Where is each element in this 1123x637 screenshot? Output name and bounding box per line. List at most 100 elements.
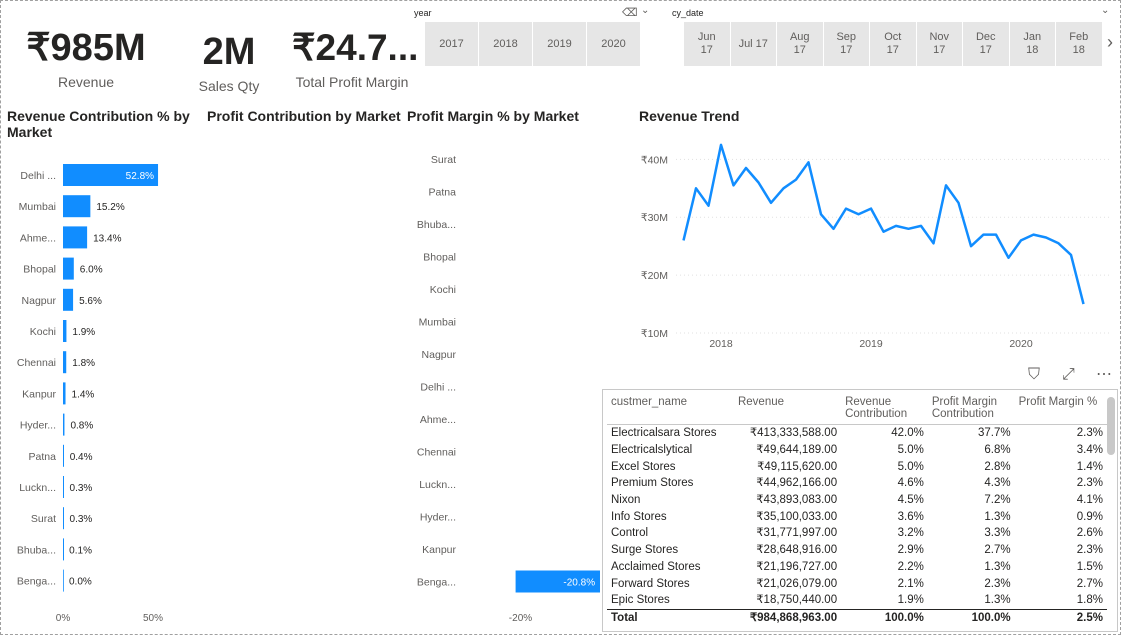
table-row[interactable]: Control ₹31,771,997.00 3.2% 3.3% 2.6% xyxy=(607,525,1107,542)
date-option[interactable]: Aug 17 xyxy=(777,22,823,66)
table-cell: ₹44,962,166.00 xyxy=(756,477,838,490)
data-label: 6.0% xyxy=(80,265,103,276)
column-header-revenue-contribution[interactable]: Revenue Contribution xyxy=(841,390,928,425)
table-cell: 2.3% xyxy=(1076,544,1103,557)
table-cell: Control xyxy=(611,527,649,540)
more-options-icon[interactable]: ⋯ xyxy=(1096,364,1112,384)
table-cell: 2.7% xyxy=(1076,577,1103,590)
customer-table[interactable]: custmer_name Revenue Revenue Contributio… xyxy=(602,389,1118,632)
table-cell: 4.6% xyxy=(897,477,924,490)
date-option[interactable]: Oct 17 xyxy=(870,22,916,66)
bar[interactable] xyxy=(63,413,65,436)
data-label: 13.4% xyxy=(93,233,121,244)
date-option[interactable]: Feb 18 xyxy=(1056,22,1102,66)
bar[interactable] xyxy=(63,507,64,530)
data-label: 0.3% xyxy=(70,483,93,494)
bar[interactable] xyxy=(63,195,91,218)
date-option[interactable]: Jun 17 xyxy=(684,22,730,66)
table-row[interactable]: Electricalsara Stores ₹413,333,588.00 42.0… xyxy=(607,425,1107,442)
table-cell: 100.0% xyxy=(841,608,928,627)
category-label: Bhopal xyxy=(423,252,456,264)
chevron-down-icon[interactable]: ⌄ xyxy=(1101,5,1109,16)
category-label: Hyder... xyxy=(420,512,456,524)
year-option[interactable]: 2020 xyxy=(587,22,640,66)
filter-icon[interactable]: ⛉ xyxy=(1028,366,1040,384)
date-option-label: Jun xyxy=(697,31,716,43)
x-tick-label: 2020 xyxy=(1009,338,1033,350)
table-row[interactable]: Epic Stores ₹18,750,440.00 1.9% 1.3% 1.8% xyxy=(607,592,1107,609)
table-cell: Forward Stores xyxy=(611,577,690,590)
bar[interactable] xyxy=(63,569,64,592)
column-header-profit-margin-contribution[interactable]: Profit Margin Contribution xyxy=(927,390,1015,425)
table-row[interactable]: Nixon ₹43,893,083.00 4.5% 7.2% 4.1% xyxy=(607,492,1107,509)
date-option[interactable]: Dec 17 xyxy=(963,22,1009,66)
bar[interactable] xyxy=(63,320,67,342)
profit-margin-chart[interactable]: Surat%Patna.1%Bhuba....0%Bhopal.9%Kochi.… xyxy=(400,140,600,630)
x-tick-label: 50% xyxy=(143,613,163,624)
table-cell: 1.3% xyxy=(984,560,1011,573)
profit-contribution-chart[interactable]: Delhi ...48.5%Mumbai19.8%Ahme...11.6%Bho… xyxy=(200,140,400,630)
bar[interactable] xyxy=(63,382,66,405)
table-row[interactable]: Info Stores ₹35,100,033.00 3.6% 1.3% 0.9% xyxy=(607,508,1107,525)
x-tick-label: 2019 xyxy=(859,338,883,350)
category-label: Mumbai xyxy=(419,317,456,329)
column-header-customer[interactable]: custmer_name xyxy=(607,390,734,425)
table-cell: 6.8% xyxy=(984,444,1011,457)
table-cell: Surge Stores xyxy=(611,544,679,557)
table-cell: 5.0% xyxy=(897,444,924,457)
column-header-profit-margin-pct[interactable]: Profit Margin % xyxy=(1014,390,1107,425)
table-cell: Excel Stores xyxy=(611,460,676,473)
chevron-right-icon[interactable]: › xyxy=(1107,32,1113,53)
category-label: Nagpur xyxy=(22,295,57,307)
date-option-label: Nov xyxy=(929,31,950,43)
column-header-revenue[interactable]: Revenue xyxy=(733,390,842,425)
kpi-revenue[interactable]: ₹985M Revenue xyxy=(20,26,152,90)
bar[interactable] xyxy=(63,288,74,311)
year-option[interactable]: 2019 xyxy=(533,22,586,66)
year-option[interactable]: 2017 xyxy=(425,22,478,66)
profit-contribution-title: Profit Contribution by Market xyxy=(207,108,401,124)
date-option[interactable]: Jul 17 xyxy=(730,22,776,66)
revenue-contribution-chart[interactable]: Delhi ... 52.8% Mumbai 15.2% Ahme... 13.4% Bho… xyxy=(0,150,200,630)
category-label: Bhuba... xyxy=(417,219,456,231)
table-header-row: custmer_name Revenue Revenue Contributio… xyxy=(607,390,1107,425)
table-row[interactable]: Excel Stores ₹49,115,620.00 5.0% 2.8% 1.4% xyxy=(607,458,1107,475)
table-row[interactable]: Acclaimed Stores ₹21,196,727.00 2.2% 1.3% 1.… xyxy=(607,559,1107,576)
eraser-icon[interactable]: ⌫ xyxy=(622,6,638,19)
bar[interactable] xyxy=(63,444,64,467)
bar[interactable] xyxy=(63,476,64,498)
category-label: Benga... xyxy=(417,577,456,589)
kpi-profit-margin[interactable]: ₹24.7... Total Profit Margin xyxy=(292,26,419,90)
table-cell: 1.3% xyxy=(984,510,1011,523)
chevron-down-icon[interactable]: ⌄ xyxy=(641,5,649,16)
bar[interactable] xyxy=(63,226,88,249)
table-row[interactable]: Premium Stores ₹44,962,166.00 4.6% 4.3% 2.3% xyxy=(607,475,1107,492)
date-option[interactable]: Jan 18 xyxy=(1009,22,1055,66)
kpi-profit-margin-value: ₹24.7... xyxy=(292,27,419,68)
category-label: Surat xyxy=(31,513,56,525)
series-line xyxy=(682,143,1085,305)
table-cell: 37.7% xyxy=(977,427,1011,440)
kpi-sales-qty[interactable]: 2M Sales Qty xyxy=(190,30,268,94)
data-label: 15.2% xyxy=(96,202,124,213)
date-option[interactable]: Nov 17 xyxy=(916,22,962,66)
table-total-row[interactable]: Total ₹984,868,963.00 100.0% 100.0% 2.5% xyxy=(607,608,1107,627)
year-option[interactable]: 2018 xyxy=(479,22,532,66)
category-label: Patna xyxy=(429,187,457,199)
table-cell: 2.1% xyxy=(897,577,924,590)
bar[interactable] xyxy=(63,257,74,280)
table-cell: 100.0% xyxy=(927,608,1015,627)
date-option[interactable]: Sep 17 xyxy=(823,22,869,66)
bar[interactable] xyxy=(63,351,67,374)
table-row[interactable]: Surge Stores ₹28,648,916.00 2.9% 2.7% 2.3% xyxy=(607,542,1107,559)
table-row[interactable]: Electricalslytical ₹49,644,189.00 5.0% 6.8%… xyxy=(607,442,1107,459)
table-cell: 1.5% xyxy=(1076,560,1103,573)
table-row[interactable]: Forward Stores ₹21,026,079.00 2.1% 2.3% 2.7% xyxy=(607,575,1107,592)
date-slicer-title: cy_date xyxy=(672,8,704,18)
revenue-trend-chart[interactable]: ₹10M ₹20M ₹30M ₹40M 2018 2019 2020 xyxy=(630,140,1115,355)
table-cell: 2.3% xyxy=(984,577,1011,590)
table-scrollbar[interactable] xyxy=(1107,397,1115,455)
focus-mode-icon[interactable]: ⤢ xyxy=(1062,366,1075,384)
table-cell: 2.8% xyxy=(984,460,1011,473)
bar[interactable] xyxy=(63,538,64,561)
